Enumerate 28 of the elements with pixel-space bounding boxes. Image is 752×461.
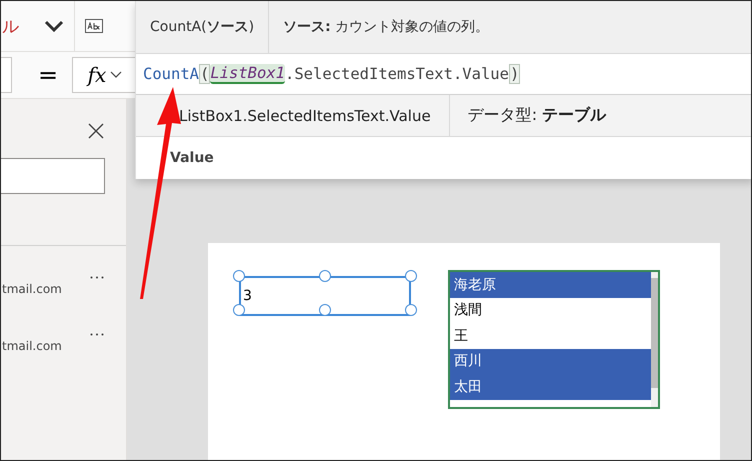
list-item[interactable]: 西川 — [450, 348, 651, 374]
resize-handle[interactable] — [233, 270, 245, 282]
more-icon[interactable] — [90, 276, 104, 279]
function-signature: CountA(ソース) — [149, 18, 256, 36]
close-icon[interactable] — [88, 123, 104, 139]
parameter-description: ソース: カウント対象の値の列。 — [282, 18, 490, 36]
list-item[interactable]: 海老原 — [450, 272, 651, 298]
column-header: Value — [170, 150, 214, 166]
data-type: データ型: テーブル — [466, 105, 606, 126]
equals-sign: = — [38, 61, 60, 89]
text-label-icon[interactable] — [85, 19, 103, 33]
chevron-down-icon — [110, 71, 122, 79]
resize-handle[interactable] — [233, 304, 245, 316]
list-item[interactable]: 太田 — [450, 374, 651, 400]
result-path: ListBox1.SelectedItemsText.Value — [178, 106, 432, 124]
toolbar-label[interactable]: ル — [2, 14, 32, 38]
search-field[interactable] — [1, 158, 105, 194]
account-email: tmail.com — [2, 339, 62, 353]
account-email: tmail.com — [2, 282, 62, 296]
more-icon[interactable] — [90, 333, 104, 336]
resize-handle[interactable] — [319, 270, 331, 282]
resize-handle[interactable] — [405, 270, 417, 282]
chevron-down-icon[interactable] — [44, 20, 64, 32]
fx-button[interactable]: fx — [72, 57, 138, 93]
scrollbar-thumb[interactable] — [651, 278, 658, 388]
resize-handle[interactable] — [405, 304, 417, 316]
list-box[interactable]: 海老原 浅間 王 西川 太田 — [448, 270, 660, 409]
resize-handle[interactable] — [319, 304, 331, 316]
